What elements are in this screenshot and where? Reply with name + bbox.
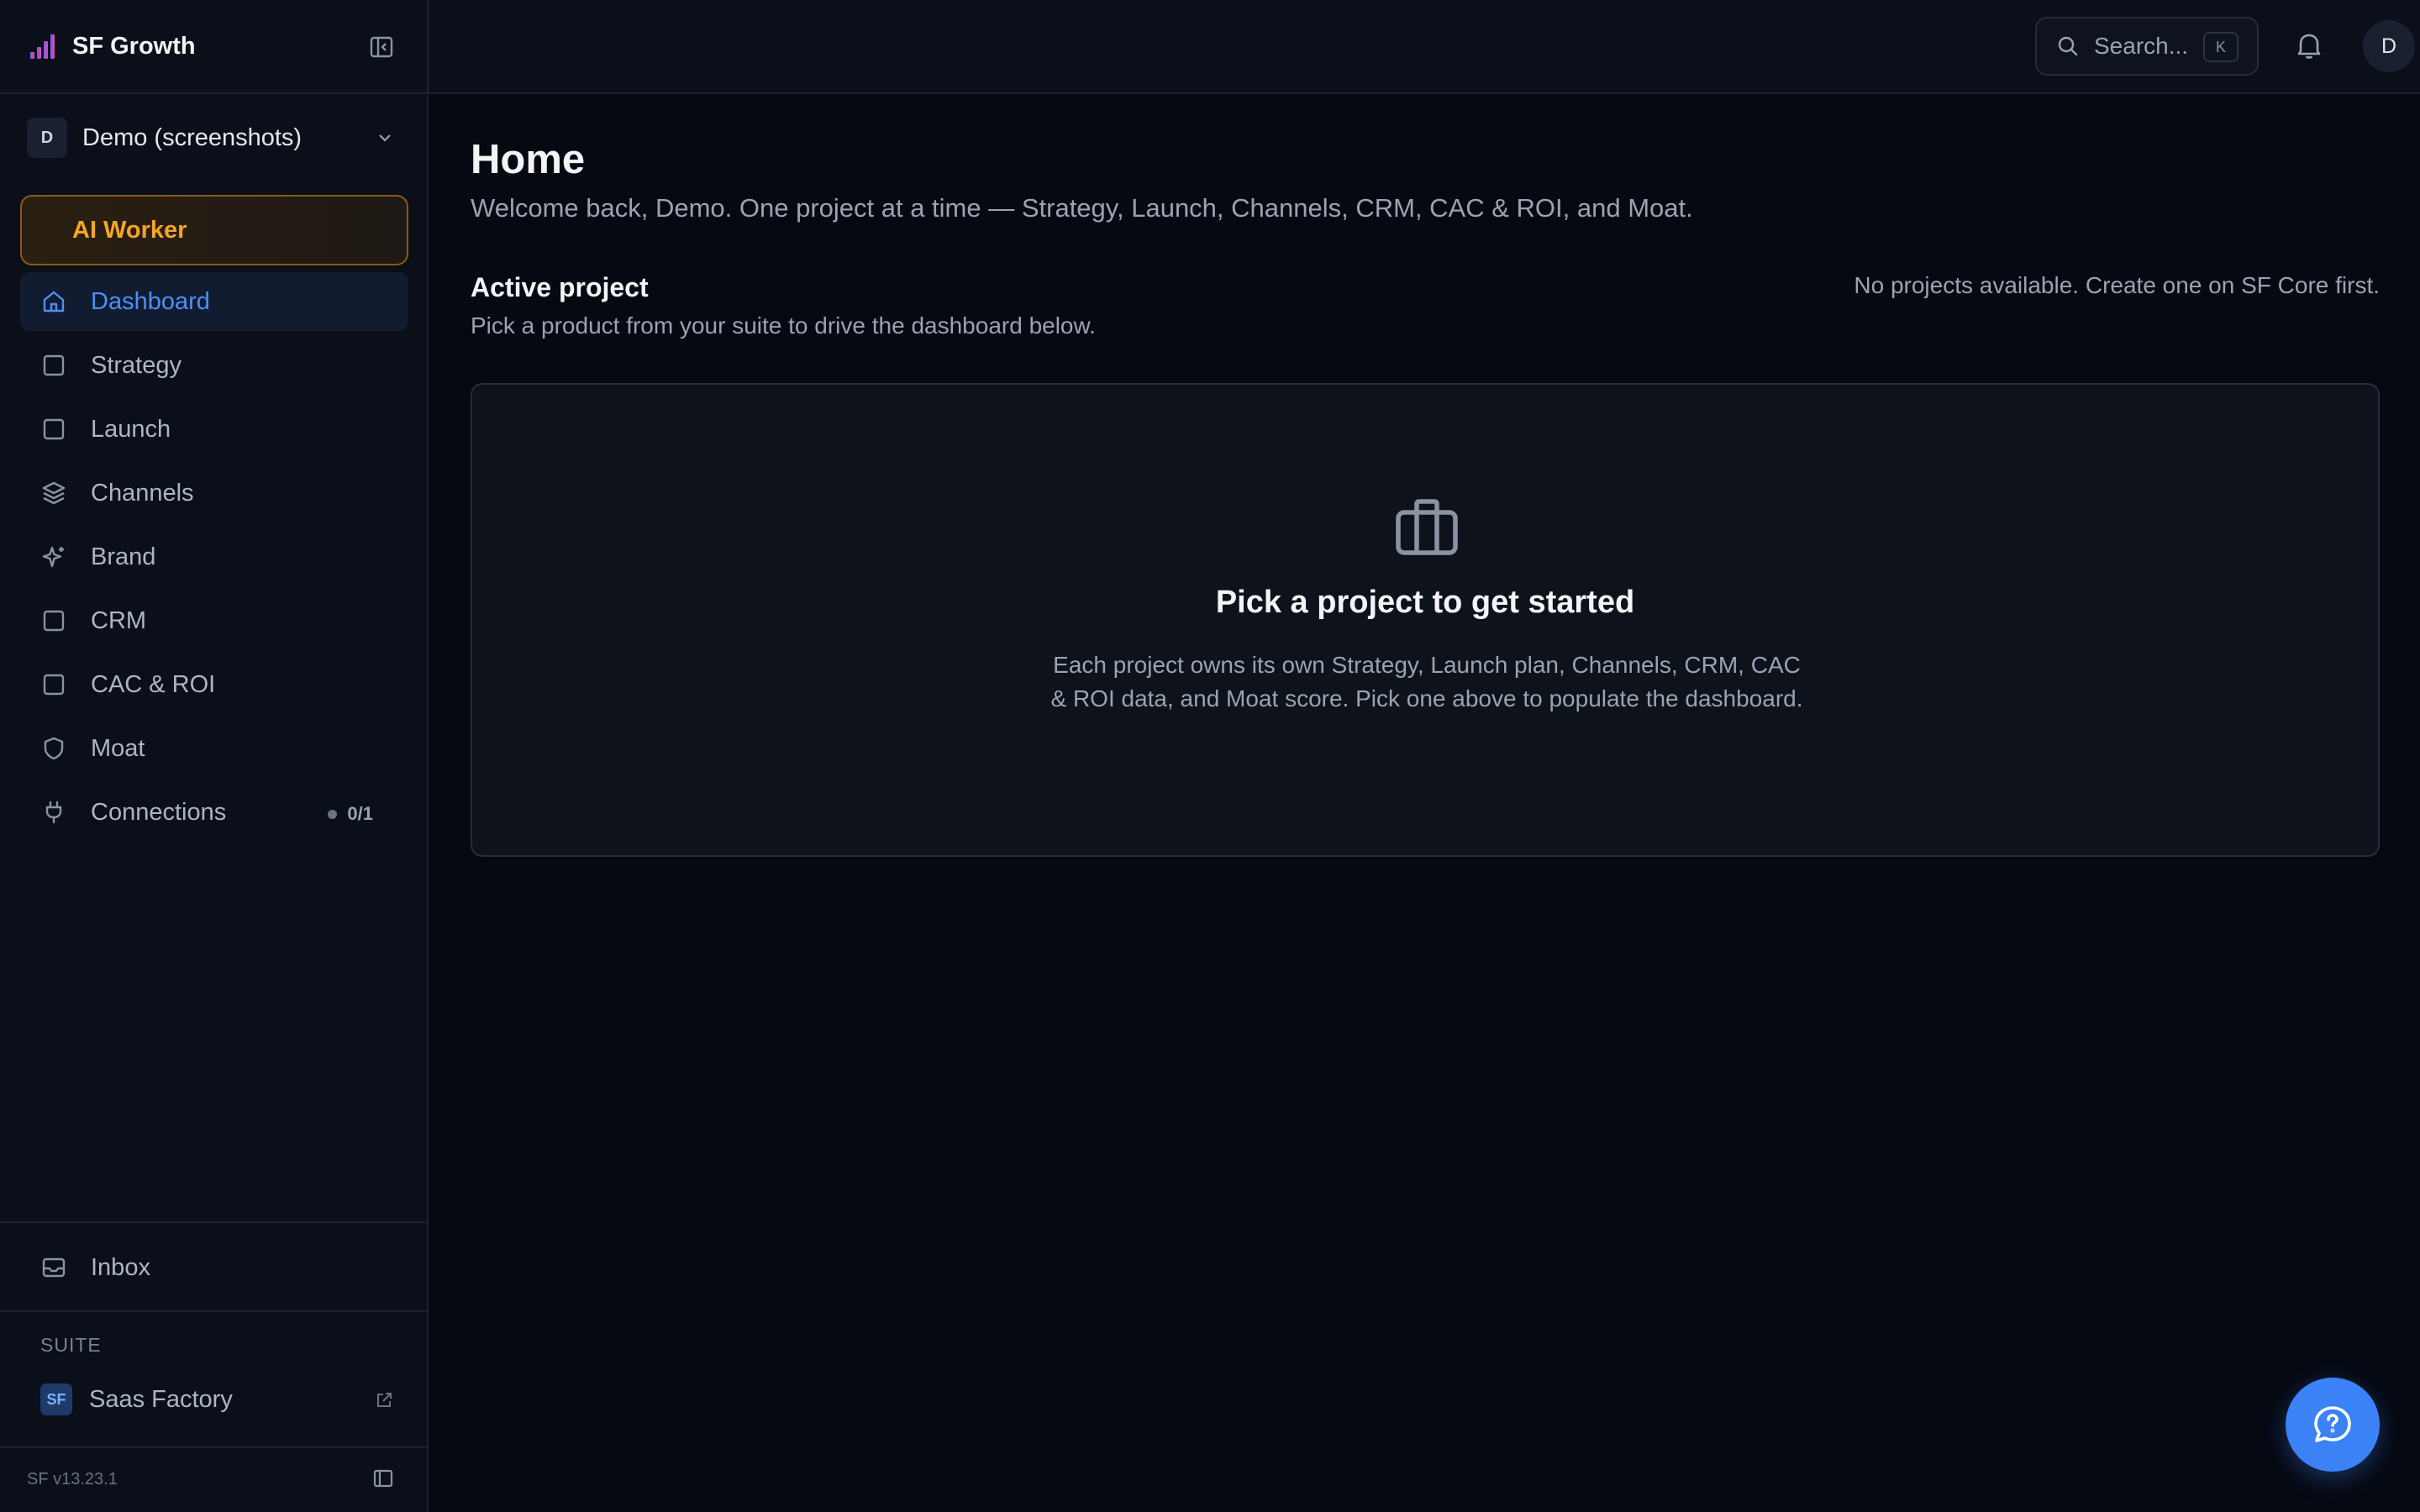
sidebar-item-label: Strategy [91, 351, 182, 379]
search-shortcut-key: K [2203, 32, 2238, 62]
sidebar-item-label: Connections [91, 798, 227, 826]
no-projects-message: No projects available. Create one on SF … [1854, 272, 2380, 298]
ai-worker-button[interactable]: AI Worker [20, 195, 408, 265]
sidebar-item-label: Inbox [91, 1253, 150, 1281]
app-root: SF Growth D Demo (screenshots) AI Worker [0, 0, 2420, 1512]
sidebar-item-connections[interactable]: Connections 0/1 [20, 783, 408, 842]
top-bar: Search... K D [429, 0, 2420, 94]
square-icon [40, 352, 67, 379]
user-avatar[interactable]: D [2363, 20, 2415, 72]
sidebar-item-launch[interactable]: Launch [20, 400, 408, 459]
briefcase-icon [1393, 494, 1460, 561]
brand-header: SF Growth [0, 0, 427, 94]
app-name: SF Growth [72, 32, 196, 60]
inbox-icon [40, 1254, 67, 1281]
sidebar-item-label: Launch [91, 415, 171, 443]
sidebar-item-dashboard[interactable]: Dashboard [20, 272, 408, 331]
chevron-down-icon [376, 129, 393, 146]
sidebar-item-label: Channels [91, 479, 194, 507]
shield-icon [40, 735, 67, 762]
toggle-panel-icon[interactable] [371, 1467, 395, 1490]
notifications-bell-icon[interactable] [2292, 29, 2326, 62]
sidebar-item-inbox[interactable]: Inbox [20, 1238, 408, 1297]
sidebar-nav: Dashboard Strategy Launch Channels Brand… [20, 272, 408, 847]
sidebar-item-label: Brand [91, 543, 156, 570]
empty-state-description: Each project owns its own Strategy, Laun… [1050, 652, 1803, 711]
sidebar-divider [0, 1310, 427, 1312]
sidebar-item-moat[interactable]: Moat [20, 719, 408, 778]
workspace-switcher[interactable]: D Demo (screenshots) [27, 118, 402, 158]
bar-chart-logo-icon [29, 32, 57, 60]
saas-factory-badge: SF [40, 1383, 72, 1415]
layers-icon [40, 480, 67, 507]
connections-count: 0/1 [347, 803, 373, 824]
square-icon [40, 607, 67, 634]
sidebar-divider [0, 1446, 427, 1448]
plug-icon [40, 799, 67, 826]
workspace-name: Demo (screenshots) [82, 123, 302, 151]
sidebar-item-cac-roi[interactable]: CAC & ROI [20, 655, 408, 714]
status-dot [328, 809, 338, 819]
external-link-icon [375, 1391, 393, 1410]
sidebar-divider [0, 1221, 427, 1223]
page-subtitle: Welcome back, Demo. One project at a tim… [471, 193, 1693, 223]
suite-item-saas-factory[interactable]: SF Saas Factory [40, 1381, 393, 1418]
sidebar-item-label: Moat [91, 734, 145, 762]
help-chat-button[interactable] [2286, 1378, 2380, 1472]
sidebar-item-crm[interactable]: CRM [20, 591, 408, 650]
square-icon [40, 671, 67, 698]
square-icon [40, 416, 67, 443]
active-project-description: Pick a product from your suite to drive … [471, 312, 1096, 339]
sidebar-item-label: CRM [91, 606, 147, 634]
suite-heading: SUITE [40, 1334, 102, 1356]
page-title: Home [471, 137, 586, 182]
empty-state-card: Pick a project to get started Each proje… [471, 383, 2380, 857]
active-project-title: Active project [471, 272, 649, 302]
sidebar: SF Growth D Demo (screenshots) AI Worker [0, 0, 429, 1512]
sidebar-item-label: CAC & ROI [91, 670, 216, 698]
empty-state-title: Pick a project to get started [1215, 585, 1635, 620]
sparkles-icon [40, 543, 67, 570]
home-icon [40, 288, 67, 315]
workspace-avatar: D [27, 118, 67, 158]
suite-item-label: Saas Factory [89, 1385, 233, 1413]
help-chat-icon [2311, 1403, 2354, 1446]
sidebar-item-label: Dashboard [91, 287, 210, 315]
search-box[interactable]: Search... K [2035, 17, 2259, 76]
search-icon [2055, 34, 2081, 59]
collapse-sidebar-icon[interactable] [368, 34, 395, 60]
sidebar-item-channels[interactable]: Channels [20, 464, 408, 522]
app-version: SF v13.23.1 [27, 1470, 118, 1488]
sidebar-item-brand[interactable]: Brand [20, 528, 408, 586]
search-placeholder: Search... [2094, 33, 2189, 59]
sidebar-item-strategy[interactable]: Strategy [20, 336, 408, 395]
connections-badge: 0/1 [328, 803, 373, 825]
